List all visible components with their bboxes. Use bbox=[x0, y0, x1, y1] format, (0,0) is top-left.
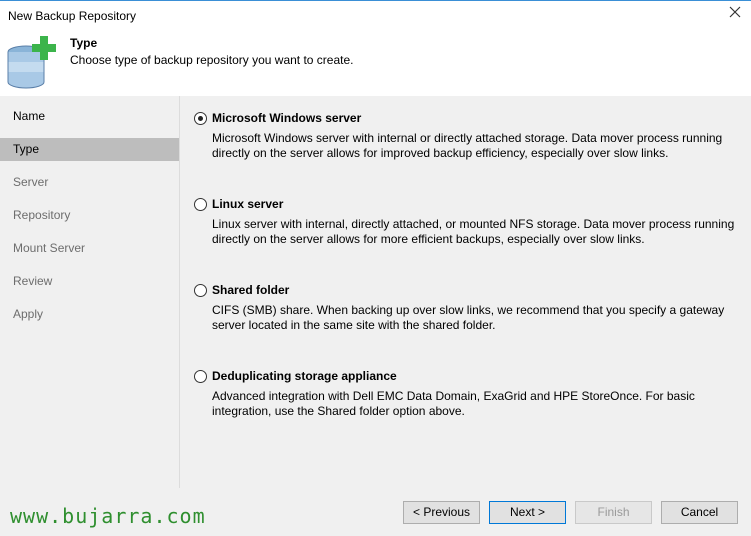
option-title[interactable]: Linux server bbox=[212, 197, 283, 211]
step-label: Mount Server bbox=[13, 241, 86, 255]
step-repository: Repository bbox=[0, 204, 179, 227]
step-server: Server bbox=[0, 171, 179, 194]
option-description: CIFS (SMB) share. When backing up over s… bbox=[212, 303, 725, 332]
option-description: Microsoft Windows server with internal o… bbox=[212, 131, 723, 160]
finish-button: Finish bbox=[575, 501, 652, 524]
next-button[interactable]: Next > bbox=[489, 501, 566, 524]
step-label: Name bbox=[13, 109, 46, 123]
window-title: New Backup Repository bbox=[8, 9, 137, 23]
option-description: Linux server with internal, directly att… bbox=[212, 217, 735, 246]
option-title[interactable]: Microsoft Windows server bbox=[212, 111, 361, 125]
repository-type-options: Microsoft Windows server Microsoft Windo… bbox=[180, 96, 751, 488]
step-label: Review bbox=[13, 274, 53, 288]
step-name[interactable]: Name bbox=[0, 105, 179, 128]
close-icon[interactable] bbox=[727, 4, 743, 20]
wizard-footer: www.bujarra.com < Previous Next > Finish… bbox=[0, 488, 751, 536]
step-label: Repository bbox=[13, 208, 71, 222]
database-add-icon bbox=[7, 36, 56, 89]
page-title: Type bbox=[70, 36, 98, 50]
previous-button[interactable]: < Previous bbox=[403, 501, 480, 524]
wizard-header: Type Choose type of backup repository yo… bbox=[0, 30, 751, 96]
step-apply: Apply bbox=[0, 303, 179, 326]
cancel-button[interactable]: Cancel bbox=[661, 501, 738, 524]
step-mount-server: Mount Server bbox=[0, 237, 179, 260]
wizard-steps-sidebar: Name Type Server Repository Mount Server… bbox=[0, 96, 180, 488]
step-label: Type bbox=[13, 142, 40, 156]
step-label: Server bbox=[13, 175, 49, 189]
windows-server-radio[interactable] bbox=[194, 112, 207, 125]
dedup-appliance-radio[interactable] bbox=[194, 370, 207, 383]
watermark: www.bujarra.com bbox=[10, 504, 206, 528]
title-bar: New Backup Repository bbox=[0, 0, 751, 30]
linux-server-radio[interactable] bbox=[194, 198, 207, 211]
page-subtitle: Choose type of backup repository you wan… bbox=[70, 53, 354, 67]
option-title[interactable]: Shared folder bbox=[212, 283, 289, 297]
step-type[interactable]: Type bbox=[0, 138, 179, 161]
step-review: Review bbox=[0, 270, 179, 293]
step-label: Apply bbox=[13, 307, 44, 321]
option-description: Advanced integration with Dell EMC Data … bbox=[212, 389, 695, 418]
shared-folder-radio[interactable] bbox=[194, 284, 207, 297]
option-title[interactable]: Deduplicating storage appliance bbox=[212, 369, 397, 383]
